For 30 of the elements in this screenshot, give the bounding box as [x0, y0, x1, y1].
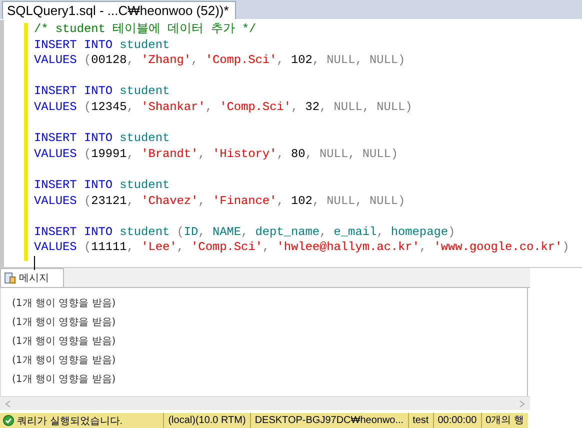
status-item: test: [408, 413, 433, 428]
code-line: INSERT INTO student: [34, 38, 171, 54]
code-line: VALUES (12345, 'Shankar', 'Comp.Sci', 32, NULL, NULL): [34, 100, 414, 116]
message-line: (1개 행이 영향을 받음): [11, 297, 117, 311]
code-line: VALUES (00128, 'Zhang', 'Comp.Sci', 102, NULL, NULL): [34, 53, 406, 69]
status-message: 쿼리가 실행되었습니다.: [17, 414, 123, 428]
messages-tab[interactable]: 메시지: [0, 268, 64, 287]
chevron-right-icon[interactable]: [518, 400, 526, 408]
code-line: INSERT INTO student (ID, NAME, dept_name, e_mail, homepage): [34, 224, 456, 240]
horizontal-scrollbar[interactable]: [0, 396, 530, 410]
code-line: INSERT INTO student: [34, 178, 171, 194]
code-comment: /* student 테이블에 데이터 추가 */: [34, 22, 258, 38]
message-line: (1개 행이 영향을 받음): [11, 316, 117, 330]
code-line: INSERT INTO student: [34, 131, 171, 147]
code-line: INSERT INTO student: [34, 84, 171, 100]
message-line: (1개 행이 영향을 받음): [11, 335, 117, 349]
code-line: VALUES (23121, 'Chavez', 'Finance', 102, NULL, NULL): [34, 194, 406, 210]
text-cursor: [34, 256, 35, 270]
chevron-left-icon[interactable]: [4, 400, 12, 408]
status-item: DESKTOP-BGJ97DC₩heonwo...: [250, 413, 408, 428]
message-line: (1개 행이 영향을 받음): [11, 354, 117, 368]
status-item: 00:00:00: [432, 413, 481, 428]
check-icon: [3, 415, 14, 426]
code-line: VALUES (11111, 'Lee', 'Comp.Sci', 'hwlee@hallym.ac.kr', 'www.google.co.kr'): [34, 240, 570, 256]
editor-tab[interactable]: SQLQuery1.sql - ...C₩heonwoo (52))*: [2, 1, 236, 19]
status-item: 0개의 행: [480, 413, 528, 428]
code-line: VALUES (19991, 'Brandt', 'History', 80, NULL, NULL): [34, 146, 400, 162]
status-item: (local)(10.0 RTM): [163, 413, 250, 428]
document-icon: [4, 272, 16, 284]
message-line: (1개 행이 영향을 받음): [11, 373, 117, 387]
